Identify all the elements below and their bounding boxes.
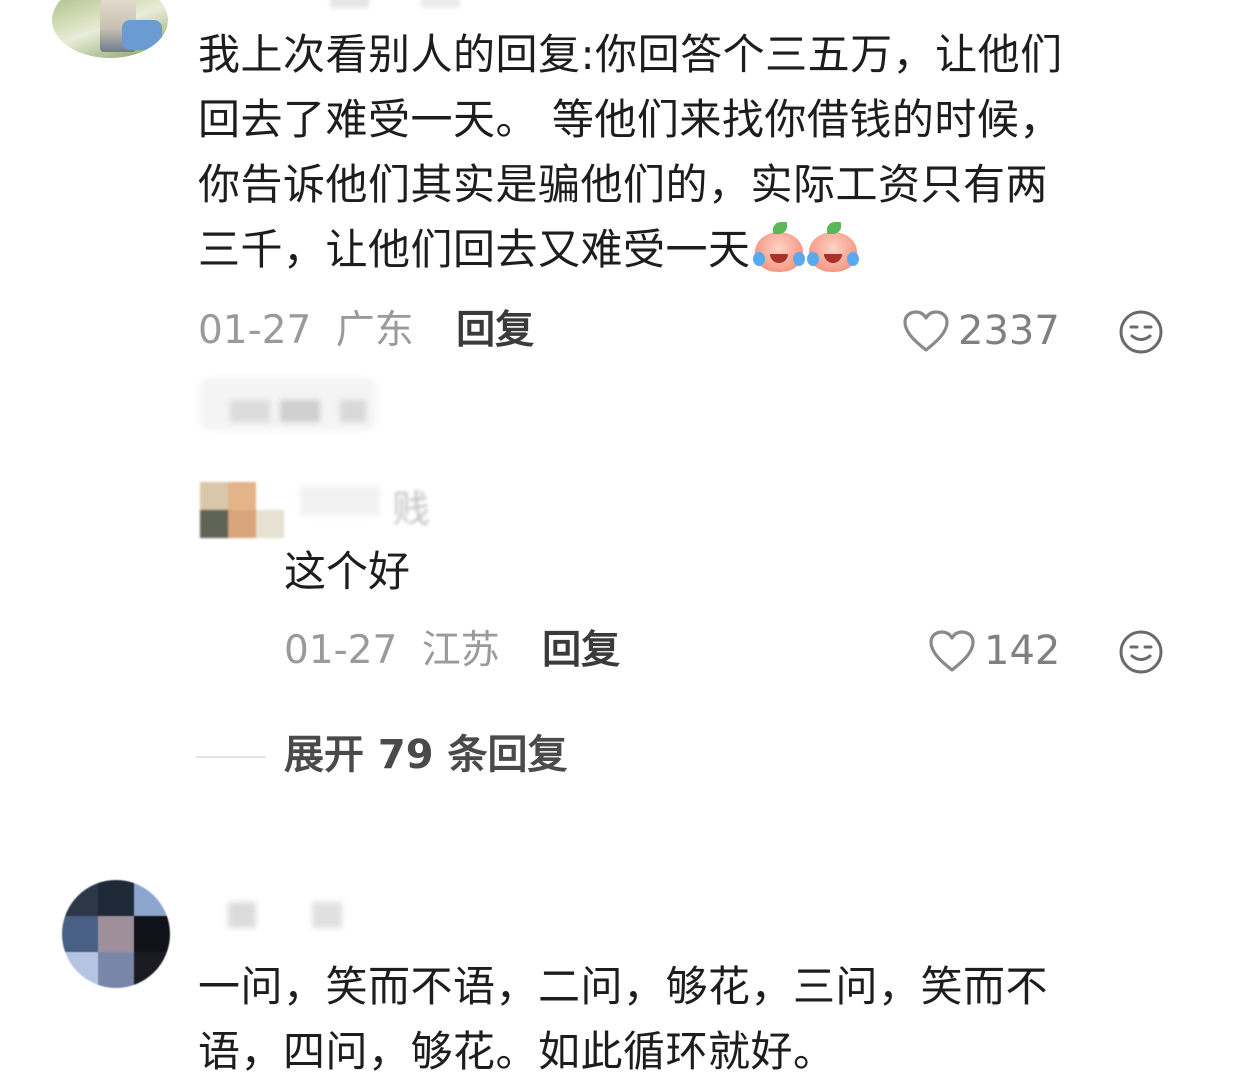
crying-laughing-emoji-icon: [806, 222, 859, 272]
reply-meta: 01-27 江苏 回复: [284, 626, 620, 676]
comment-line: 三千，让他们回去又难受一天: [198, 217, 1188, 282]
like-button[interactable]: 2337: [902, 306, 1060, 356]
reply-button[interactable]: 回复: [456, 308, 534, 353]
expand-divider: [196, 756, 266, 758]
emoji-reaction-icon[interactable]: [1118, 309, 1164, 355]
expand-replies-button[interactable]: 展开 79 条回复: [284, 728, 568, 782]
comment-location: 广东: [335, 308, 414, 353]
reply-location: 江苏: [421, 628, 500, 673]
comment-line: 一问，笑而不语，二问，够花，三问，笑而不: [198, 962, 1049, 1011]
emoji-reaction-icon[interactable]: [1118, 629, 1164, 675]
comment-meta: 01-27 广东 回复: [198, 306, 534, 356]
comment-text: 一问，笑而不语，二问，够花，三问，笑而不 语，四问，够花。如此循环就好。: [198, 954, 1188, 1084]
like-button[interactable]: 142: [928, 626, 1060, 676]
reply-name-blurred: [300, 486, 380, 516]
comment-line: 你告诉他们其实是骗他们的，实际工资只有两: [198, 160, 1049, 209]
commenter-avatar[interactable]: [52, 0, 168, 58]
commenter-name-blurred: [330, 0, 460, 8]
comment-date: 01-27: [198, 308, 312, 353]
reply-text: 这个好: [284, 547, 411, 596]
comment-line: 我上次看别人的回复:你回答个三五万，让他们: [198, 30, 1063, 79]
commenter-name-blurred: [228, 902, 348, 928]
commenter-avatar[interactable]: [62, 880, 170, 988]
blurred-tag: [200, 378, 376, 430]
like-count: 142: [984, 628, 1061, 674]
like-count: 2337: [958, 308, 1060, 354]
comment-line: 语，四问，够花。如此循环就好。: [198, 1027, 836, 1076]
reply-button[interactable]: 回复: [542, 628, 620, 673]
comment-text: 我上次看别人的回复:你回答个三五万，让他们 回去了难受一天。 等他们来找你借钱的…: [198, 22, 1188, 282]
comment-line: 回去了难受一天。 等他们来找你借钱的时候，: [198, 95, 1062, 144]
reply-date: 01-27: [284, 628, 398, 673]
reply-avatar[interactable]: [200, 482, 286, 538]
crying-laughing-emoji-icon: [752, 222, 805, 272]
reply-name-fragment: 贱: [392, 487, 431, 531]
heart-icon: [929, 630, 975, 672]
heart-icon: [903, 310, 949, 352]
